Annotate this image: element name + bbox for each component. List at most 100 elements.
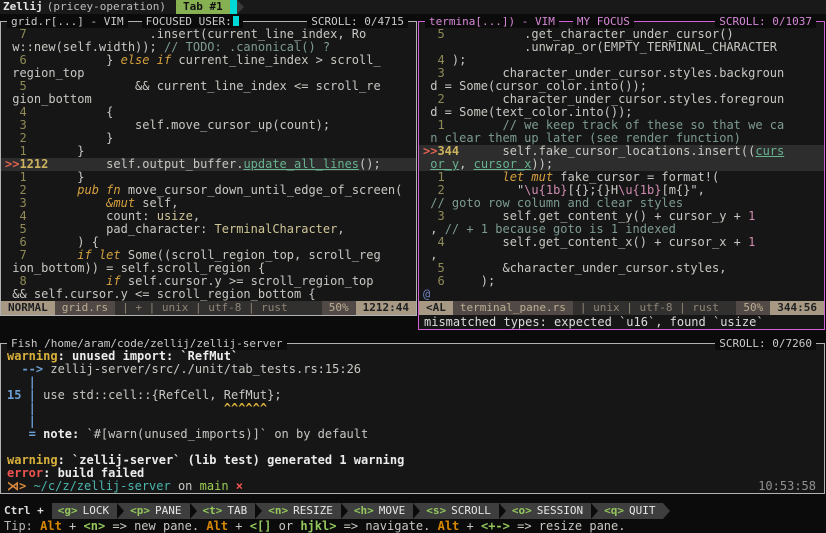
vim-fileinfo: | + | unix | utf-8 | rust [115,301,322,315]
scroll-indicator-right: SCROLL: 0/1037 [715,15,816,28]
keybar-label: PANE [155,503,182,519]
keybar-label: SCROLL [451,503,491,519]
keybar-separator-icon [117,503,124,519]
terminal-row: warning: `zellij-server` (lib test) gene… [1,454,824,467]
tip-text: Alt [438,519,460,533]
tab-label: Tab #1 [183,0,223,13]
code-row: 4 count: usize, [1,210,416,223]
vim-mode: NORMAL [1,301,55,315]
keybar-prefix: Ctrl + [0,503,52,519]
code-row: @ [419,288,824,301]
keybar-item-pane[interactable]: <p> PANE [124,503,189,519]
scroll-indicator-left: SCROLL: 0/4715 [307,15,408,28]
code-row: 7 .insert(current_line_index, Ro [1,28,416,41]
tip-text: <+-> [481,519,510,533]
keybar-item-quit[interactable]: <q>QUIT [598,503,663,519]
keybar-separator-icon [190,503,197,519]
keybar-label: LOCK [83,503,110,519]
vim-position: 344:56 [770,301,824,315]
tip-text: <n> [84,519,106,533]
keybar-items: <g>LOCK <p> PANE <t>TAB <n> RESIZE <h> MOVE <s> S… [52,503,671,519]
keybar-separator-icon [413,503,420,519]
keybar-key: <n> [268,503,288,519]
keybar-label: MOVE [379,503,406,519]
keybar-item-move[interactable]: <h> MOVE [348,503,413,519]
keybar-separator-icon [341,503,348,519]
keybar-label: TAB [227,503,247,519]
code-row: w::new(self.width)); // TODO: .canonical… [1,41,416,54]
code-row: d = Some(text_color.into()); [419,106,824,119]
statusline-left: NORMAL grid.rs | + | unix | utf-8 | rust… [1,301,416,315]
code-row: 1 } [1,145,416,158]
keybar-key: <s> [426,503,446,519]
pane-title-text: Fish /home/aram/code/zellij/zellij-serve… [7,337,287,350]
tip-text: or [271,519,300,533]
keybar-key: <o> [512,503,532,519]
code-row: or_y, cursor_x)); [419,158,824,171]
tip-text: => resize pane. [510,519,626,533]
focus-badge: MY FOCUS [573,15,634,28]
code-row: , // + 1 because goto is 1 indexed [419,223,824,236]
tip-text: hjkl> [300,519,336,533]
pane-title-left: grid.r[...] - VIM FOCUSED USER: [7,15,243,28]
keybar-separator-icon [591,503,598,519]
tip-text: + [459,519,481,533]
terminal-row: warning: unused import: `RefMut` [1,350,824,363]
keybar-item-scroll[interactable]: <s> SCROLL [420,503,499,519]
code-row: 2 } [1,132,416,145]
code-row: 5 && current_line_index <= scroll_re [1,80,416,93]
terminal-row: | [1,415,824,428]
tip-text: => navigate. [336,519,437,533]
code-row: // goto row column and clear styles [419,197,824,210]
vim-filename: grid.rs [55,301,115,315]
code-row: d = Some(cursor_color.into()); [419,80,824,93]
zellij-screen: Zellij (pricey-operation) Tab #1 grid.r[… [0,0,826,533]
tab-bar: Zellij (pricey-operation) Tab #1 [0,0,826,14]
scroll-indicator-fish: SCROLL: 0/7260 [715,337,816,350]
tip-text: Tip: [4,519,40,533]
tab-cursor-block [230,0,237,14]
code-row: 2 character_under_cursor.styles.foregrou… [419,93,824,106]
pane-terminal-pane-rs[interactable]: termina[...]) - VIM MY FOCUS SCROLL: 0/1… [418,21,825,330]
pane-fish[interactable]: Fish /home/aram/code/zellij/zellij-serve… [0,343,825,494]
app-title: Zellij [0,0,47,14]
code-row: 5 .get_character_under_cursor() [419,28,824,41]
code-row: 5 &character_under_cursor.styles, [419,262,824,275]
code-row: gion_bottom [1,93,416,106]
tab-item-1[interactable]: Tab #1 [176,0,230,14]
tip-text: Alt [40,519,62,533]
pane-grid-rs[interactable]: grid.r[...] - VIM FOCUSED USER: SCROLL: … [0,21,417,316]
clock-time: 10:53:58 [758,480,816,493]
keybar-key: <p> [130,503,150,519]
code-row: 4 self.get_content_x() + cursor_x + 1 [419,236,824,249]
keybar-item-session[interactable]: <o> SESSION [506,503,591,519]
keybar-item-resize[interactable]: <n> RESIZE [262,503,341,519]
keybar-key: <h> [354,503,374,519]
code-row: >>344 self.fake_cursor_locations.insert(… [419,145,824,158]
vim-position: 1212:44 [356,301,416,315]
pane-title-right: termina[...]) - VIM MY FOCUS [425,15,634,28]
keybar-item-lock[interactable]: <g>LOCK [52,503,117,519]
code-row: 6 ); [419,275,824,288]
code-row: 1 let mut fake_cursor = format!( [419,171,824,184]
code-row: 3 self.get_content_y() + cursor_y + 1 [419,210,824,223]
pane-title-text: termina[...]) - VIM [425,15,559,28]
code-row: 3 character_under_cursor.styles.backgrou… [419,67,824,80]
tip-text: Alt [206,519,228,533]
code-row: 8 if self.cursor.y >= scroll_region_top [1,275,416,288]
terminal-row: --> zellij-server/src/./unit/tab_tests.r… [1,363,824,376]
tip-text: + [228,519,250,533]
terminal-row: error: build failed [1,467,824,480]
keybar-item-tab[interactable]: <t>TAB [197,503,256,519]
code-row: 3 &mut self, [1,197,416,210]
keybar-label: SESSION [537,503,583,519]
terminal-row: | [1,376,824,389]
focus-badge: FOCUSED USER: [142,15,243,28]
code-row: 6 } else if current_line_index > scroll_ [1,54,416,67]
code-row: n clear them up later (see render functi… [419,132,824,145]
code-row: 3 self.move_cursor_up(count); [1,119,416,132]
vim-fileinfo: | unix | utf-8 | rust [573,301,737,315]
vim-error-message: mismatched types: expected `u16`, found … [419,315,824,329]
code-row: 1 } [1,171,416,184]
keybar-label: RESIZE [293,503,333,519]
